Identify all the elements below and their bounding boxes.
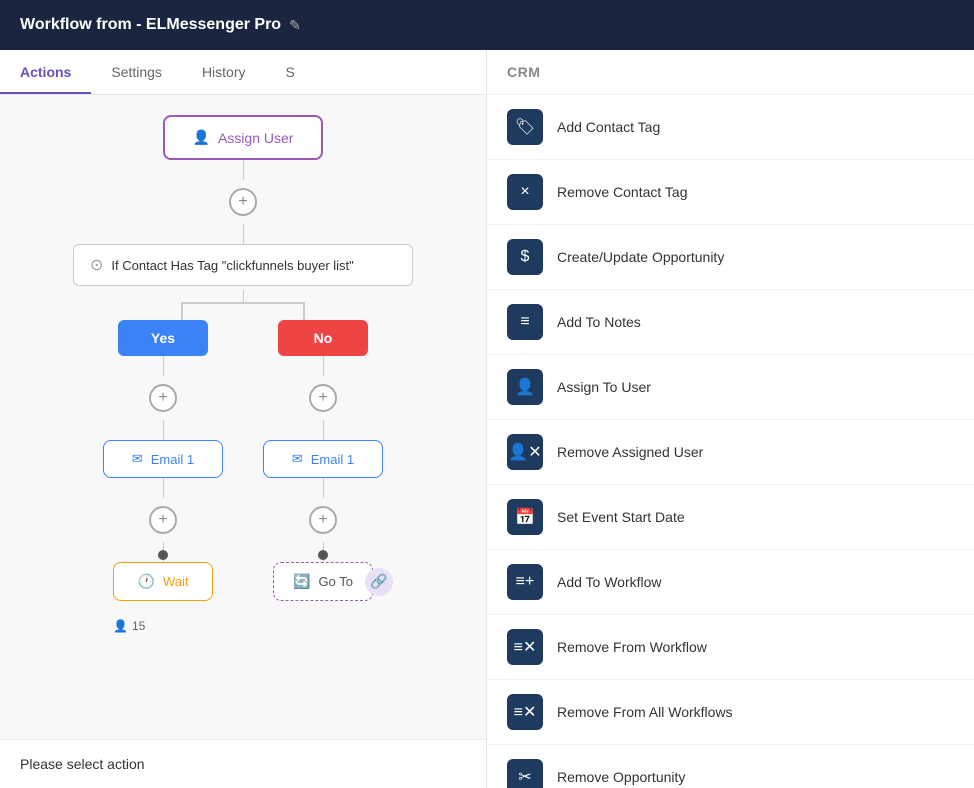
clock-icon: 🕐 bbox=[138, 573, 155, 590]
remove-assigned-user-icon: 👤✕ bbox=[507, 434, 543, 470]
goto-wrapper: 🔄 Go To 🔗 bbox=[273, 562, 373, 601]
email-icon-yes: ✉ bbox=[132, 451, 143, 467]
action-item-remove-contact-tag[interactable]: × Remove Contact Tag bbox=[487, 160, 974, 225]
goto-dot bbox=[318, 550, 328, 560]
user-count: 15 bbox=[132, 619, 145, 633]
wait-wrapper: 🕐 Wait 👤 15 bbox=[113, 562, 213, 601]
edit-title-icon[interactable]: ✎ bbox=[289, 17, 301, 34]
create-update-opportunity-label: Create/Update Opportunity bbox=[557, 249, 724, 265]
action-item-create-update-opportunity[interactable]: $ Create/Update Opportunity bbox=[487, 225, 974, 290]
assign-user-icon: 👤 bbox=[193, 129, 210, 146]
action-item-remove-assigned-user[interactable]: 👤✕ Remove Assigned User bbox=[487, 420, 974, 485]
set-event-start-date-label: Set Event Start Date bbox=[557, 509, 685, 525]
app-header: Workflow from - ELMessenger Pro ✎ bbox=[0, 0, 974, 50]
workflow-nodes: 👤 Assign User + ⊙ If Contact Has Tag "cl… bbox=[20, 115, 466, 621]
remove-contact-tag-label: Remove Contact Tag bbox=[557, 184, 687, 200]
remove-opportunity-label: Remove Opportunity bbox=[557, 769, 685, 785]
add-contact-tag-label: Add Contact Tag bbox=[557, 119, 660, 135]
goto-label: Go To bbox=[318, 574, 352, 589]
add-to-notes-label: Add To Notes bbox=[557, 314, 641, 330]
workflow-canvas: 👤 Assign User + ⊙ If Contact Has Tag "cl… bbox=[0, 95, 486, 739]
left-panel: Actions Settings History S 👤 Assign User… bbox=[0, 50, 487, 788]
please-select-bar: Please select action bbox=[0, 739, 486, 788]
yes-connector-2 bbox=[163, 420, 164, 440]
yes-connector-1 bbox=[163, 356, 164, 376]
link-icon[interactable]: 🔗 bbox=[365, 568, 393, 596]
no-add-btn-2[interactable]: + bbox=[309, 506, 337, 534]
assign-user-node[interactable]: 👤 Assign User bbox=[163, 115, 323, 160]
tabs-bar: Actions Settings History S bbox=[0, 50, 486, 95]
condition-icon: ⊙ bbox=[90, 255, 103, 275]
user-count-badge: 👤 15 bbox=[113, 619, 145, 633]
remove-contact-tag-icon: × bbox=[507, 174, 543, 210]
yes-email-label: Email 1 bbox=[151, 452, 194, 467]
branch-line-top bbox=[243, 290, 244, 302]
connector-1 bbox=[243, 160, 244, 180]
yes-button[interactable]: Yes bbox=[118, 320, 208, 356]
action-item-add-contact-tag[interactable]: 🏷 Add Contact Tag bbox=[487, 95, 974, 160]
no-connector-2 bbox=[323, 420, 324, 440]
create-update-opportunity-icon: $ bbox=[507, 239, 543, 275]
connector-2 bbox=[243, 224, 244, 244]
add-step-btn-1[interactable]: + bbox=[229, 188, 257, 216]
wait-dot bbox=[158, 550, 168, 560]
please-select-text: Please select action bbox=[20, 756, 145, 772]
yes-add-btn-2[interactable]: + bbox=[149, 506, 177, 534]
no-connector-3 bbox=[323, 478, 324, 498]
remove-opportunity-icon: ✂ bbox=[507, 759, 543, 788]
yes-add-btn[interactable]: + bbox=[149, 384, 177, 412]
branches: Yes + ✉ Email 1 + bbox=[103, 320, 383, 601]
condition-label: If Contact Has Tag "clickfunnels buyer l… bbox=[111, 258, 353, 273]
no-email-label: Email 1 bbox=[311, 452, 354, 467]
workflow-title: Workflow from - ELMessenger Pro bbox=[20, 16, 281, 34]
branch-line-horizontal bbox=[181, 302, 304, 304]
add-to-workflow-label: Add To Workflow bbox=[557, 574, 662, 590]
action-item-add-to-notes[interactable]: ≡ Add To Notes bbox=[487, 290, 974, 355]
tab-history[interactable]: History bbox=[182, 50, 266, 94]
right-panel: CRM 🏷 Add Contact Tag × Remove Contact Tag $… bbox=[487, 50, 974, 788]
wait-label: Wait bbox=[163, 574, 189, 589]
main-layout: Actions Settings History S 👤 Assign User… bbox=[0, 50, 974, 788]
assign-to-user-label: Assign To User bbox=[557, 379, 651, 395]
tab-s[interactable]: S bbox=[266, 50, 315, 94]
no-connector-1 bbox=[323, 356, 324, 376]
action-item-remove-from-all-workflows[interactable]: ≡✕ Remove From All Workflows bbox=[487, 680, 974, 745]
action-item-remove-opportunity[interactable]: ✂ Remove Opportunity bbox=[487, 745, 974, 788]
remove-from-workflow-label: Remove From Workflow bbox=[557, 639, 707, 655]
tab-actions[interactable]: Actions bbox=[0, 50, 91, 94]
assign-to-user-icon: 👤 bbox=[507, 369, 543, 405]
crm-header: CRM bbox=[487, 50, 974, 95]
remove-from-all-workflows-label: Remove From All Workflows bbox=[557, 704, 733, 720]
email-icon-no: ✉ bbox=[292, 451, 303, 467]
tab-settings[interactable]: Settings bbox=[91, 50, 182, 94]
no-branch: No + ✉ Email 1 + bbox=[263, 320, 383, 601]
action-item-set-event-start-date[interactable]: 📅 Set Event Start Date bbox=[487, 485, 974, 550]
condition-node[interactable]: ⊙ If Contact Has Tag "clickfunnels buyer… bbox=[73, 244, 413, 286]
add-contact-tag-icon: 🏷 bbox=[507, 109, 543, 145]
action-item-add-to-workflow[interactable]: ≡+ Add To Workflow bbox=[487, 550, 974, 615]
yes-connector-3 bbox=[163, 478, 164, 498]
user-icon: 👤 bbox=[113, 619, 128, 633]
goto-node[interactable]: 🔄 Go To bbox=[273, 562, 373, 601]
branch-line-left bbox=[181, 302, 183, 320]
remove-assigned-user-label: Remove Assigned User bbox=[557, 444, 703, 460]
remove-from-all-workflows-icon: ≡✕ bbox=[507, 694, 543, 730]
no-button[interactable]: No bbox=[278, 320, 368, 356]
action-item-assign-to-user[interactable]: 👤 Assign To User bbox=[487, 355, 974, 420]
branch-lines-container bbox=[133, 290, 353, 320]
remove-from-workflow-icon: ≡✕ bbox=[507, 629, 543, 665]
no-email-node[interactable]: ✉ Email 1 bbox=[263, 440, 383, 478]
yes-branch: Yes + ✉ Email 1 + bbox=[103, 320, 223, 601]
no-add-btn[interactable]: + bbox=[309, 384, 337, 412]
add-to-workflow-icon: ≡+ bbox=[507, 564, 543, 600]
yes-email-node[interactable]: ✉ Email 1 bbox=[103, 440, 223, 478]
branch-line-right bbox=[303, 302, 305, 320]
action-item-remove-from-workflow[interactable]: ≡✕ Remove From Workflow bbox=[487, 615, 974, 680]
set-event-start-date-icon: 📅 bbox=[507, 499, 543, 535]
assign-user-label: Assign User bbox=[218, 130, 293, 146]
action-list: 🏷 Add Contact Tag × Remove Contact Tag $ Crea… bbox=[487, 95, 974, 788]
goto-icon: 🔄 bbox=[293, 573, 310, 590]
add-to-notes-icon: ≡ bbox=[507, 304, 543, 340]
wait-node[interactable]: 🕐 Wait bbox=[113, 562, 213, 601]
